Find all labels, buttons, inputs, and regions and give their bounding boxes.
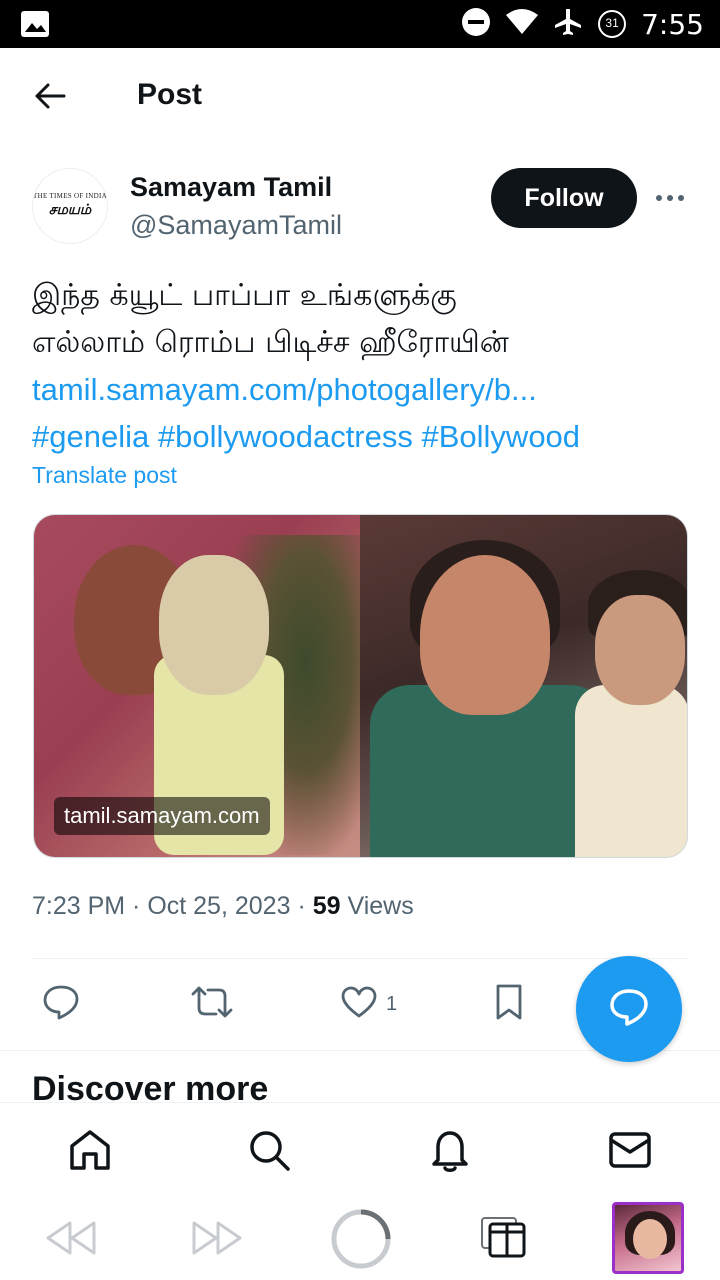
hashtag-link[interactable]: #bollywoodactress [158, 419, 413, 454]
fast-forward-button[interactable] [190, 1220, 244, 1261]
status-time: 7:55 [641, 7, 704, 41]
rewind-button[interactable] [44, 1220, 98, 1261]
post-media-card[interactable]: tamil.samayam.com [33, 514, 688, 858]
compose-reply-icon [608, 987, 650, 1032]
search-icon [247, 1128, 291, 1177]
nav-search[interactable] [246, 1129, 292, 1175]
rewind-icon [44, 1220, 98, 1261]
repost-button[interactable] [190, 984, 234, 1024]
hashtag-link[interactable]: #Bollywood [422, 419, 581, 454]
more-horizontal-icon [655, 189, 685, 207]
bookmark-icon [494, 983, 524, 1026]
status-bar: 31 7:55 [0, 0, 720, 48]
airplane-mode-icon [553, 7, 583, 42]
meta-separator: · [297, 892, 306, 920]
back-button[interactable] [30, 78, 70, 118]
like-count: 1 [386, 992, 398, 1015]
nav-notifications[interactable] [427, 1129, 473, 1175]
discover-more-heading: Discover more [32, 1070, 269, 1102]
recent-apps-button[interactable] [480, 1216, 528, 1263]
follow-button[interactable]: Follow [491, 168, 637, 228]
app-thumbnail[interactable] [612, 1202, 684, 1274]
battery-level: 31 [605, 16, 619, 30]
author-handle[interactable]: @SamayamTamil [130, 210, 342, 241]
nav-messages[interactable] [607, 1129, 653, 1175]
post-text: இந்த க்யூட் பாப்பா உங்களுக்கு எல்லாம் ரொ… [32, 272, 692, 460]
avatar-logo-main-text: சமயம் [48, 202, 92, 218]
do-not-disturb-icon [461, 7, 491, 42]
views-label: Views [347, 892, 414, 920]
page-title: Post [137, 78, 203, 111]
divider [32, 958, 688, 959]
heart-icon [340, 985, 378, 1024]
header: Post [0, 48, 720, 148]
media-source-label: tamil.samayam.com [54, 797, 270, 835]
post-meta: 7:23 PM · Oct 25, 2023 · 59 Views [32, 892, 414, 921]
recent-apps-icon [480, 1216, 528, 1263]
post-text-line-1: இந்த க்யூட் பாப்பா உங்களுக்கு [32, 278, 457, 313]
system-home-button[interactable] [330, 1208, 392, 1275]
more-options-button[interactable] [652, 184, 688, 212]
author-name[interactable]: Samayam Tamil [130, 172, 332, 203]
nav-home[interactable] [67, 1129, 113, 1175]
views-count[interactable]: 59 [313, 892, 341, 920]
system-navigation-bar [0, 1196, 720, 1280]
like-button[interactable]: 1 [340, 984, 397, 1024]
messages-icon [608, 1130, 652, 1175]
repost-icon [190, 984, 234, 1025]
avatar-logo-top-text: THE TIMES OF INDIA [33, 192, 107, 200]
fast-forward-icon [190, 1220, 244, 1261]
wifi-icon [505, 8, 539, 40]
reply-button[interactable] [42, 984, 80, 1024]
reply-icon [42, 984, 80, 1025]
media-photo-right [360, 515, 687, 857]
avatar[interactable]: THE TIMES OF INDIA சமயம் [32, 168, 108, 244]
bottom-navigation [0, 1102, 720, 1196]
compose-reply-button[interactable] [576, 956, 682, 1062]
hashtag-link[interactable]: #genelia [32, 419, 149, 454]
post-timestamp: 7:23 PM · Oct 25, 2023 [32, 892, 291, 920]
home-icon [68, 1128, 112, 1177]
post-text-line-2: எல்லாம் ரொம்ப பிடிச்ச ஹீரோயின் [32, 325, 509, 360]
notifications-icon [428, 1128, 472, 1177]
post-hashtags: #genelia #bollywoodactress #Bollywood [32, 413, 692, 460]
battery-icon: 31 [597, 9, 627, 39]
image-notification-icon [20, 10, 50, 43]
bookmark-button[interactable] [494, 984, 524, 1024]
translate-post-link[interactable]: Translate post [32, 462, 177, 489]
arrow-left-icon [34, 82, 66, 115]
home-circle-icon [330, 1208, 392, 1275]
post-link[interactable]: tamil.samayam.com/photogallery/b... [32, 366, 692, 413]
